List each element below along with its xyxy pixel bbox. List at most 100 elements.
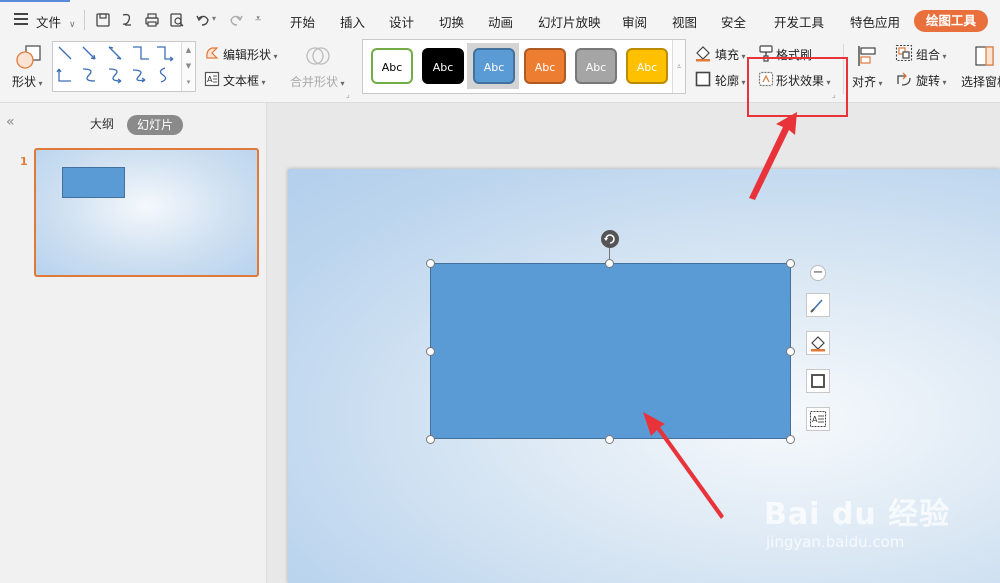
fill-tool-button[interactable] <box>806 331 830 355</box>
tab-animation[interactable]: 动画 <box>488 12 513 31</box>
shape-style-gallery[interactable]: Abc Abc Abc Abc Abc Abc ⩡ <box>362 39 686 94</box>
slide-number: 1 <box>20 155 28 168</box>
dropdown-arrow-icon: ▾ <box>876 79 883 88</box>
chevron-down-icon: ∨ <box>69 20 76 30</box>
group-button[interactable]: 组合 ▾ <box>916 46 947 63</box>
tab-slides[interactable]: 幻灯片 <box>127 115 184 135</box>
svg-text:A: A <box>812 415 818 424</box>
tab-drawing-tools[interactable]: 绘图工具 <box>914 10 988 32</box>
merge-shape-button[interactable]: 合并形状 ▾ <box>290 73 345 90</box>
collapse-toolbar-icon[interactable]: − <box>810 265 826 281</box>
resize-handle-se[interactable] <box>786 435 795 444</box>
undo-dropdown-icon[interactable]: ▾ <box>212 14 216 23</box>
tab-features[interactable]: 特色应用 <box>850 12 900 31</box>
shape-button[interactable]: 形状 ▾ <box>12 73 43 90</box>
file-menu-label: 文件 <box>36 15 62 30</box>
outline-icon <box>695 71 711 87</box>
undo-icon[interactable] <box>195 12 211 28</box>
align-icon <box>858 46 876 66</box>
resize-handle-n[interactable] <box>605 259 614 268</box>
dropdown-arrow-icon: ▾ <box>739 52 746 61</box>
redo-icon[interactable] <box>228 12 244 28</box>
text-wrap-tool-button[interactable]: A <box>806 407 830 431</box>
fill-bucket-icon <box>696 46 710 62</box>
print-preview-icon[interactable] <box>169 12 185 28</box>
fill-label: 填充 <box>715 48 740 62</box>
file-menu[interactable]: 文件 ∨ <box>36 12 76 31</box>
slide-thumbnail[interactable] <box>34 148 259 277</box>
style-tool-button[interactable] <box>806 293 830 317</box>
outline-button[interactable]: 轮廓 ▾ <box>715 72 746 89</box>
resize-handle-sw[interactable] <box>426 435 435 444</box>
highlight-box <box>747 57 848 117</box>
group-icon <box>895 44 913 62</box>
tab-home[interactable]: 开始 <box>290 12 315 31</box>
outline-tool-button[interactable] <box>806 369 830 393</box>
shape-button-label: 形状 <box>12 75 37 89</box>
svg-text:A: A <box>207 75 213 84</box>
window-accent-line <box>0 0 70 2</box>
watermark-url: jingyan.baidu.com <box>766 533 905 551</box>
tab-slideshow[interactable]: 幻灯片放映 <box>538 12 601 31</box>
textbox-label: 文本框 <box>223 74 260 88</box>
edit-shape-button[interactable]: 编辑形状 ▾ <box>223 46 278 63</box>
divider <box>84 10 85 30</box>
expand-gallery-icon[interactable]: ▾ <box>182 74 195 90</box>
textbox-button[interactable]: 文本框 ▾ <box>223 72 266 89</box>
tab-security[interactable]: 安全 <box>721 12 746 31</box>
slide-panel: « 大纲 幻灯片 1 <box>0 103 267 583</box>
edit-shape-icon <box>206 47 219 59</box>
outline-label: 轮廓 <box>715 74 740 88</box>
merge-shape-label: 合并形状 <box>290 75 339 89</box>
selected-rectangle[interactable] <box>430 263 791 439</box>
scroll-up-icon[interactable]: ▲ <box>182 42 195 58</box>
selection-pane-button[interactable]: 选择窗格 <box>961 73 1000 90</box>
tab-developer[interactable]: 开发工具 <box>774 12 824 31</box>
dropdown-arrow-icon: ▾ <box>36 79 43 88</box>
style-gallery-expand-icon[interactable]: ⩡ <box>672 40 685 93</box>
brush-icon <box>810 299 823 313</box>
collapse-panel-icon[interactable]: « <box>6 114 15 130</box>
save-icon[interactable] <box>95 12 111 28</box>
editing-canvas[interactable]: Bai du 经验 jingyan.baidu.com − A <box>267 103 1000 583</box>
rotate-handle-icon[interactable] <box>600 229 620 249</box>
dialog-launcher-icon[interactable]: ⌟ <box>346 90 350 99</box>
dropdown-arrow-icon: ▾ <box>338 79 345 88</box>
hamburger-menu-icon[interactable] <box>14 13 28 25</box>
style-preset-4[interactable]: Abc <box>524 48 566 84</box>
gallery-scroll[interactable]: ▲ ▼ ▾ <box>181 42 195 91</box>
align-button[interactable]: 对齐 ▾ <box>852 73 883 90</box>
scroll-down-icon[interactable]: ▼ <box>182 58 195 74</box>
lines-gallery[interactable]: ▲ ▼ ▾ <box>52 41 196 92</box>
print-icon[interactable] <box>144 12 160 28</box>
customize-toolbar-icon[interactable]: ⩡ <box>255 12 261 26</box>
style-preset-3[interactable]: Abc <box>473 48 515 84</box>
resize-handle-e[interactable] <box>786 347 795 356</box>
resize-handle-ne[interactable] <box>786 259 795 268</box>
dropdown-arrow-icon: ▾ <box>940 52 947 61</box>
tab-design[interactable]: 设计 <box>389 12 414 31</box>
resize-handle-s[interactable] <box>605 435 614 444</box>
rotate-button[interactable]: 旋转 ▾ <box>916 72 947 89</box>
tab-outline[interactable]: 大纲 <box>90 115 114 132</box>
resize-handle-nw[interactable] <box>426 259 435 268</box>
style-preset-5[interactable]: Abc <box>575 48 617 84</box>
style-preset-6[interactable]: Abc <box>626 48 668 84</box>
merge-shapes-icon <box>306 47 330 65</box>
tab-transition[interactable]: 切换 <box>439 12 464 31</box>
rotate-icon <box>897 72 911 86</box>
dropdown-arrow-icon: ▾ <box>940 78 947 87</box>
export-pdf-icon[interactable] <box>119 12 135 28</box>
tab-view[interactable]: 视图 <box>672 12 697 31</box>
menu-bar: 文件 ∨ ▾ ⩡ 开始 插入 设计 切换 动画 幻灯片放映 审阅 视图 安全 开… <box>0 0 1000 40</box>
style-preset-2[interactable]: Abc <box>422 48 464 84</box>
resize-handle-w[interactable] <box>426 347 435 356</box>
selection-pane-icon <box>975 46 994 66</box>
shapes-icon <box>16 45 41 69</box>
tab-insert[interactable]: 插入 <box>340 12 365 31</box>
thumbnail-shape <box>62 167 125 198</box>
tab-review[interactable]: 审阅 <box>622 12 647 31</box>
fill-button[interactable]: 填充 ▾ <box>715 46 746 63</box>
style-preset-1[interactable]: Abc <box>371 48 413 84</box>
edit-shape-label: 编辑形状 <box>223 48 272 62</box>
